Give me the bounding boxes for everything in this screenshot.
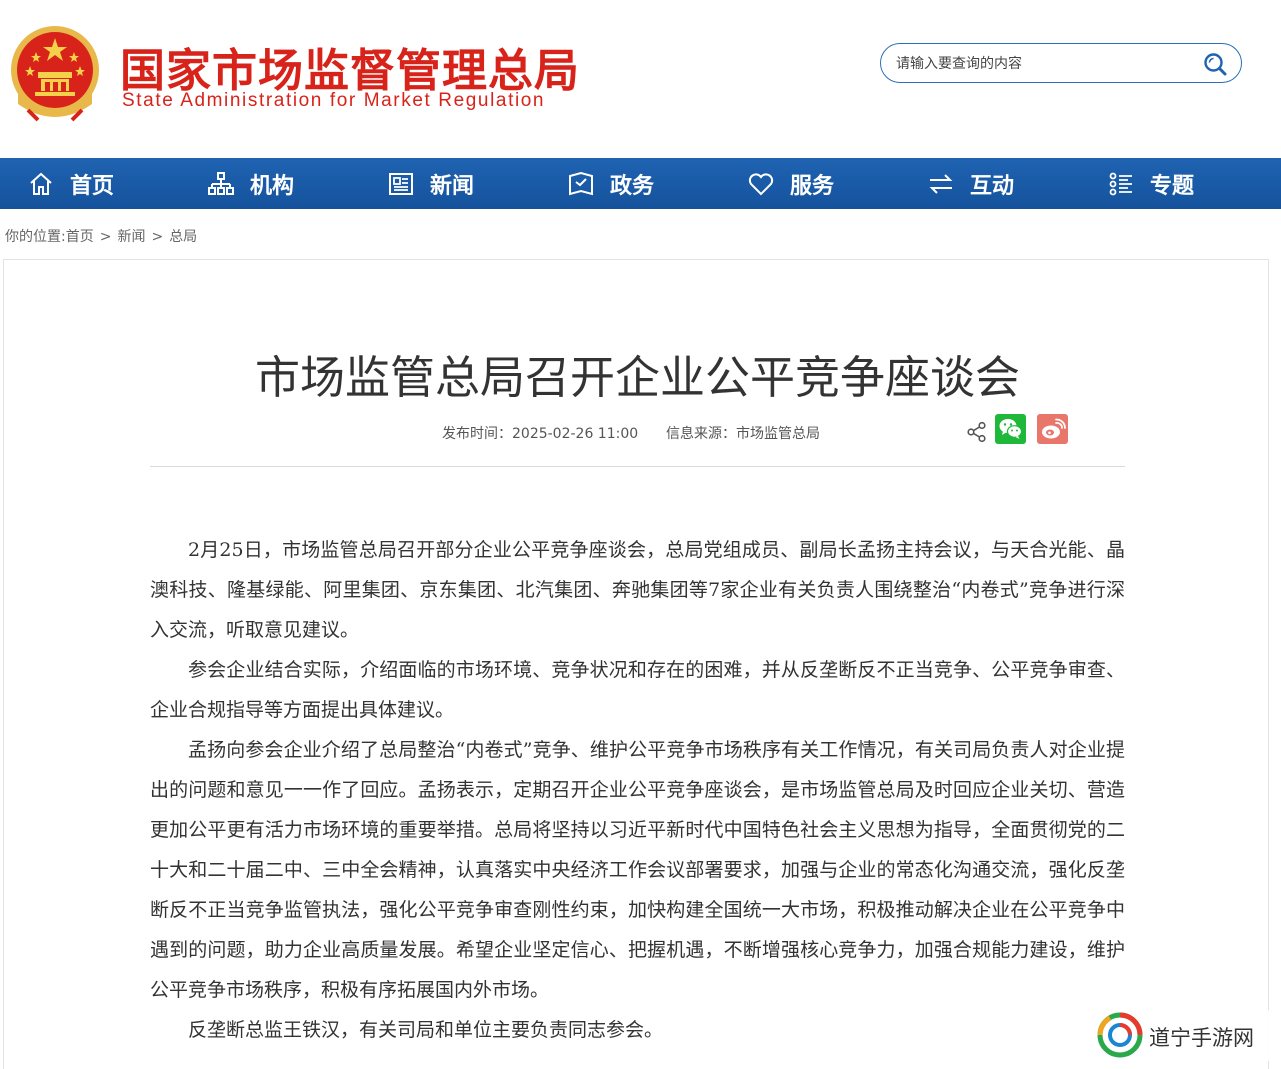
breadcrumb-link-bureau[interactable]: 总局 — [169, 229, 197, 245]
national-emblem-logo[interactable] — [8, 24, 102, 122]
exchange-icon — [929, 173, 953, 194]
nav-label: 首页 — [70, 173, 115, 199]
org-icon — [208, 171, 234, 195]
article-paragraph: 参会企业结合实际，介绍面临的市场环境、竞争状况和存在的困难，并从反垄断反不正当竞… — [150, 659, 1125, 721]
nav-item-gov-affairs[interactable]: 政务 — [568, 158, 654, 209]
nav-label: 专题 — [1150, 173, 1195, 199]
watermark-logo — [1097, 1012, 1143, 1058]
nav-item-interaction[interactable]: 互动 — [928, 158, 1014, 209]
search-input[interactable] — [894, 53, 1198, 75]
gov-affairs-icon — [569, 171, 593, 195]
nav-item-home[interactable]: 首页 — [28, 158, 114, 209]
wechat-share-button[interactable] — [995, 414, 1026, 444]
publish-time: 发布时间：2025-02-26 11:00 — [442, 426, 639, 442]
article-paragraph: 2月25日，市场监管总局召开部分企业公平竞争座谈会，总局党组成员、副局长孟扬主持… — [150, 539, 1125, 641]
watermark-text: 道宁手游网 — [1149, 1026, 1254, 1050]
nav-item-service[interactable]: 服务 — [748, 158, 834, 209]
breadcrumb-link-home[interactable]: 首页 — [66, 229, 94, 245]
watermark: 道宁手游网 — [1093, 1010, 1281, 1061]
site-header: 国家市场监督管理总局 State Administration for Mark… — [0, 0, 1281, 158]
home-icon — [30, 172, 52, 195]
nav-label: 新闻 — [430, 173, 475, 199]
article-title: 市场监管总局召开企业公平竞争座谈会 — [254, 351, 1020, 404]
nav-label: 服务 — [790, 173, 835, 199]
weibo-share-button[interactable] — [1037, 414, 1068, 444]
breadcrumb-separator: > — [151, 229, 164, 245]
nav-label: 机构 — [250, 173, 295, 199]
search-icon[interactable] — [1203, 52, 1227, 76]
article-paragraph: 反垄断总监王铁汉，有关司局和单位主要负责同志参会。 — [188, 1019, 664, 1041]
topic-list-icon — [1109, 172, 1132, 195]
share-icon[interactable] — [966, 421, 988, 443]
nav-item-news[interactable]: 新闻 — [388, 158, 474, 209]
news-icon — [389, 172, 413, 195]
nav-item-topics[interactable]: 专题 — [1108, 158, 1194, 209]
wechat-icon — [999, 419, 1023, 439]
main-nav: 首页 机构 新闻 政务 服务 互动 专题 — [0, 158, 1281, 209]
nav-item-org[interactable]: 机构 — [208, 158, 294, 209]
breadcrumb-link-news[interactable]: 新闻 — [117, 229, 145, 245]
breadcrumb: 你的位置:首页 > 新闻 > 总局 — [5, 226, 197, 246]
weibo-icon — [1042, 418, 1066, 439]
nav-label: 互动 — [970, 173, 1015, 199]
breadcrumb-separator: > — [99, 229, 112, 245]
article-source: 信息来源：市场监管总局 — [666, 426, 820, 442]
article-paragraph: 孟扬向参会企业介绍了总局整治“内卷式”竞争、维护公平竞争市场秩序有关工作情况，有… — [150, 739, 1125, 1001]
nav-label: 政务 — [610, 173, 655, 199]
search-box — [880, 43, 1242, 83]
divider — [150, 466, 1125, 467]
site-name-english: State Administration for Market Regulati… — [122, 90, 546, 111]
breadcrumb-prefix: 你的位置: — [5, 229, 66, 245]
heart-icon — [748, 172, 774, 195]
article-body: 2月25日，市场监管总局召开部分企业公平竞争座谈会，总局党组成员、副局长孟扬主持… — [150, 530, 1125, 1050]
